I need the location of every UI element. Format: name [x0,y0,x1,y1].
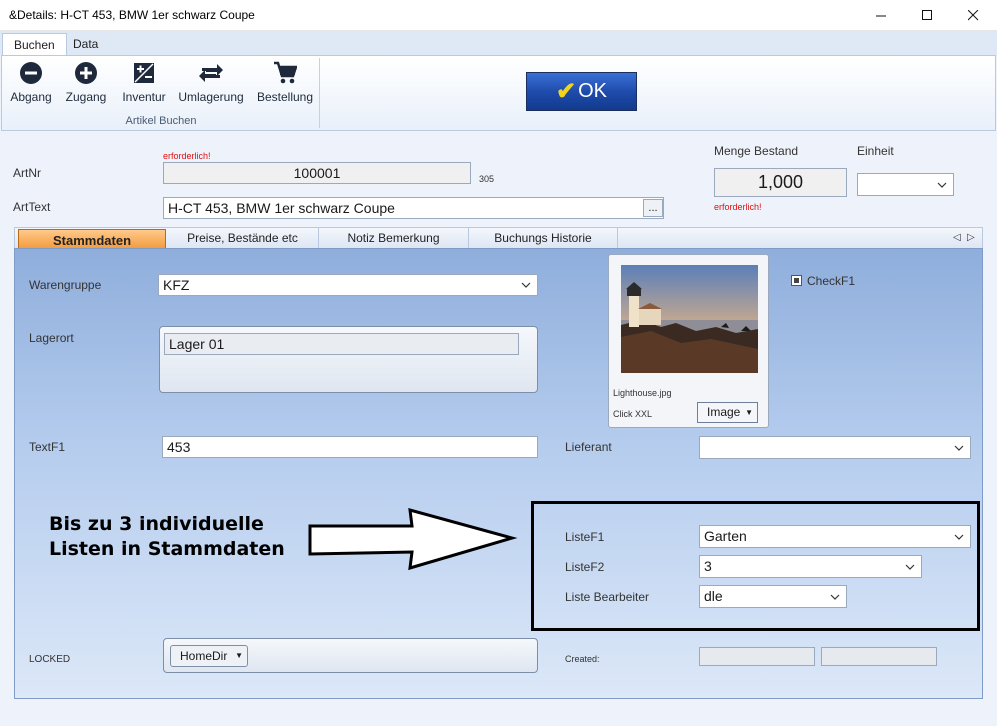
liste-bearbeiter-label: Liste Bearbeiter [565,590,650,604]
checkf1-label: CheckF1 [807,274,856,288]
caret-down-icon: ▼ [745,408,753,417]
lagerort-field[interactable]: Lager 01 [164,333,519,355]
close-button[interactable] [950,0,996,31]
abgang-label: Abgang [10,90,52,104]
artnr-side-value: 305 [479,174,495,184]
arttext-label: ArtText [13,200,51,214]
listef1-label: ListeF1 [565,530,605,544]
chevron-down-icon [937,182,947,188]
arttext-field[interactable]: H-CT 453, BMW 1er schwarz Coupe [163,197,664,219]
bestellung-label: Bestellung [256,90,314,104]
caret-down-icon: ▼ [235,651,243,660]
annotation-line-2: Listen in Stammdaten [49,538,285,560]
listef2-combo[interactable]: 3 [699,555,922,578]
minimize-button[interactable] [858,0,904,31]
annotation-arrow-icon [308,507,518,571]
image-hint: Click XXL [613,409,653,419]
artnr-label: ArtNr [13,166,41,180]
image-card: Lighthouse.jpg Click XXL Image ▼ [608,254,769,428]
warengruppe-label: Warengruppe [29,278,102,292]
einheit-label: Einheit [857,144,894,158]
created-label: Created: [565,654,600,664]
ribbon-tab-data[interactable]: Data [62,33,109,55]
lieferant-label: Lieferant [565,440,612,454]
title-bar: &Details: H-CT 453, BMW 1er schwarz Coup… [0,0,997,31]
image-menu-label: Image [707,405,741,419]
swap-arrows-icon [198,60,224,86]
abgang-button[interactable]: Abgang [10,60,52,108]
ribbon-group-label: Artikel Buchen [125,115,197,127]
created-field-1[interactable] [699,647,815,666]
umlagerung-label: Umlagerung [178,90,244,104]
bestellung-button[interactable]: Bestellung [256,60,314,108]
textf1-label: TextF1 [29,440,66,454]
lagerort-group: Lager 01 [159,326,538,393]
inventur-button[interactable]: Inventur [120,60,168,108]
image-filename: Lighthouse.jpg [613,388,672,398]
tab-scroll-right-icon[interactable]: ▷ [967,232,975,243]
ribbon-group-separator [319,58,320,128]
liste-bearbeiter-value: dle [704,588,723,604]
close-icon [967,10,978,21]
created-field-2[interactable] [821,647,937,666]
menge-field[interactable]: 1,000 [714,168,847,197]
ribbon-panel: Abgang Zugang Inventur Umlagerung Bestel… [1,55,996,131]
einheit-combo[interactable] [857,173,954,196]
arttext-browse-button[interactable]: ... [643,199,663,217]
chevron-down-icon [954,445,964,451]
homedir-label: HomeDir [180,649,228,663]
listef2-value: 3 [704,558,712,574]
chevron-down-icon [521,282,531,288]
ribbon-tab-buchen[interactable]: Buchen [2,33,67,55]
listef1-value: Garten [704,528,747,544]
tab-stammdaten[interactable]: Stammdaten [18,229,166,250]
warengruppe-combo[interactable]: KFZ [158,274,538,296]
detail-tab-strip: Stammdaten Preise, Bestände etc Notiz Be… [14,227,983,250]
chevron-down-icon [830,594,840,600]
stammdaten-page [14,248,983,699]
lighthouse-image[interactable] [621,265,758,373]
annotation-text: Bis zu 3 individuelle Listen in Stammdat… [49,512,285,562]
artnr-required: erforderlich! [163,151,211,161]
maximize-icon [921,10,932,20]
ok-button[interactable]: ✔ OK [526,72,637,111]
lieferant-combo[interactable] [699,436,971,459]
maximize-button[interactable] [904,0,950,31]
tab-historie[interactable]: Buchungs Historie [469,228,618,249]
inventur-label: Inventur [122,90,166,104]
liste-bearbeiter-combo[interactable]: dle [699,585,847,608]
tab-preise[interactable]: Preise, Bestände etc [167,228,319,249]
textf1-field[interactable]: 453 [162,436,538,458]
image-menu-button[interactable]: Image ▼ [697,402,758,423]
checkmark-icon: ✔ [555,78,577,105]
plus-circle-icon [73,60,99,86]
listef1-combo[interactable]: Garten [699,525,971,548]
listef2-label: ListeF2 [565,560,605,574]
annotation-line-1: Bis zu 3 individuelle [49,513,264,535]
menge-label: Menge Bestand [714,144,799,158]
minimize-icon [875,15,886,17]
window-title: &Details: H-CT 453, BMW 1er schwarz Coup… [9,8,255,22]
zugang-label: Zugang [65,90,107,104]
chevron-down-icon [905,564,915,570]
ok-label: OK [578,80,607,102]
homedir-button[interactable]: HomeDir ▼ [170,645,248,667]
chevron-down-icon [954,534,964,540]
checkf1-checkbox[interactable] [791,275,802,286]
tab-notiz[interactable]: Notiz Bemerkung [319,228,469,249]
lagerort-label: Lagerort [29,331,74,345]
ribbon-tab-bar: Buchen Data [0,31,997,55]
cart-icon [272,60,298,86]
tab-scroll-left-icon[interactable]: ◁ [953,232,961,243]
minus-circle-icon [18,60,44,86]
plus-minus-icon [131,60,157,86]
artnr-field[interactable]: 100001 [163,162,471,184]
zugang-button[interactable]: Zugang [64,60,108,108]
homedir-group: HomeDir ▼ [163,638,538,673]
locked-label: LOCKED [29,654,71,665]
umlagerung-button[interactable]: Umlagerung [178,60,244,108]
warengruppe-value: KFZ [163,277,190,293]
menge-required: erforderlich! [714,202,762,212]
